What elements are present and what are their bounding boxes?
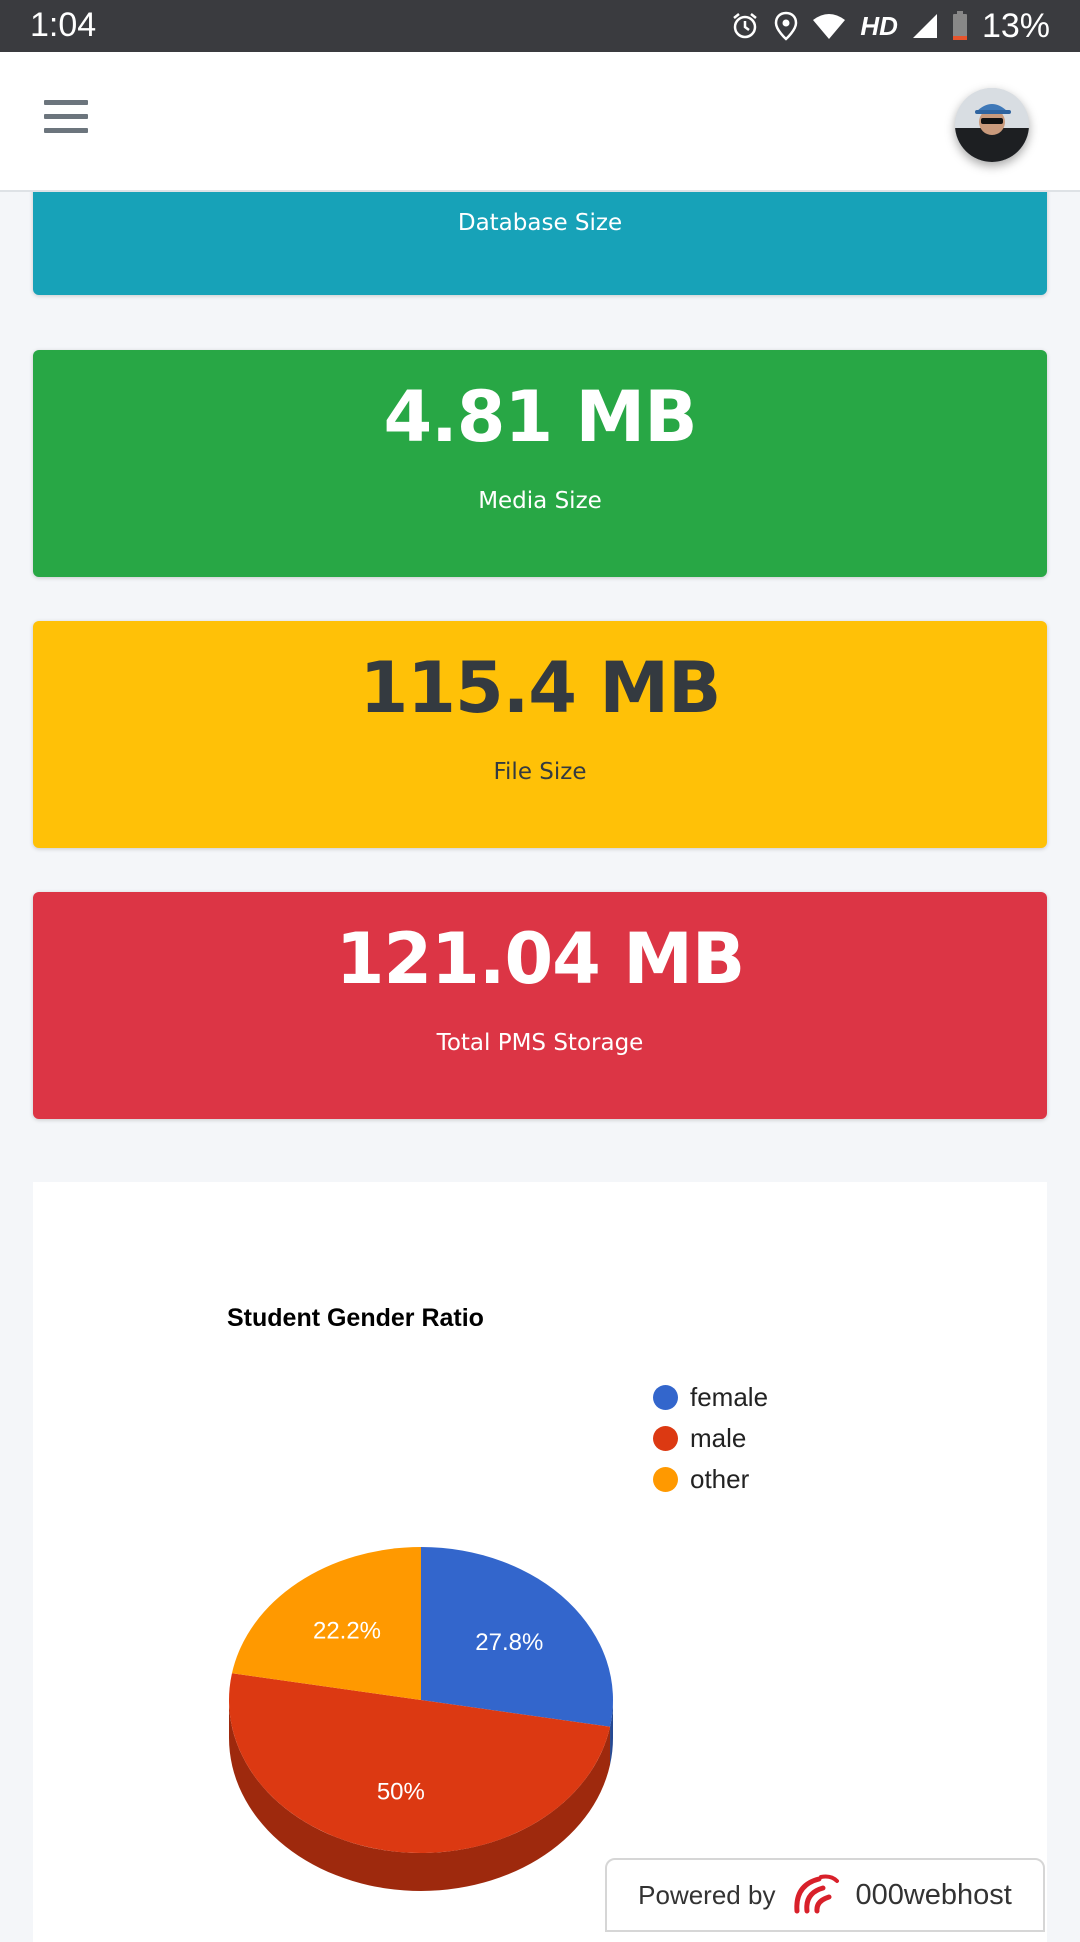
top-navbar (0, 52, 1080, 192)
box-value: 121.04 MB (335, 918, 746, 1000)
chart-card: Student Gender Ratio female male other 2… (33, 1182, 1047, 1942)
menu-icon[interactable] (44, 100, 88, 144)
battery-icon (952, 11, 968, 41)
box-value: 4.81 MB (383, 376, 697, 458)
powered-by-text: Powered by (638, 1879, 776, 1910)
database-size-box: Database Size (33, 192, 1047, 295)
status-bar: 1:04 HD 13% (0, 0, 1080, 52)
status-time: 1:04 (30, 6, 97, 44)
signal-icon (912, 13, 938, 39)
total-storage-box: 121.04 MB Total PMS Storage (33, 892, 1047, 1119)
powered-by-brand: 000webhost (855, 1878, 1012, 1911)
file-size-box: 115.4 MB File Size (33, 621, 1047, 848)
battery-percent: 13% (981, 6, 1050, 45)
pie-label-other: 22.2% (313, 1618, 381, 1645)
box-label: Database Size (457, 210, 623, 236)
box-label: File Size (493, 759, 587, 785)
alarm-icon (730, 11, 760, 41)
box-value: 115.4 MB (359, 647, 722, 729)
hd-indicator: HD (860, 10, 898, 41)
status-icons: HD 13% (730, 6, 1050, 46)
powered-by-badge[interactable]: Powered by 000webhost (605, 1858, 1045, 1932)
wifi-icon (812, 12, 846, 40)
user-avatar[interactable] (955, 88, 1029, 162)
pie-chart: 27.8% 50% 22.2% (229, 1547, 613, 1891)
media-size-box: 4.81 MB Media Size (33, 350, 1047, 577)
pie-label-male: 50% (377, 1778, 425, 1805)
box-label: Media Size (478, 488, 602, 514)
pie-label-female: 27.8% (475, 1629, 543, 1656)
location-icon (774, 11, 798, 41)
000webhost-logo-icon (789, 1871, 841, 1920)
box-label: Total PMS Storage (436, 1030, 644, 1056)
